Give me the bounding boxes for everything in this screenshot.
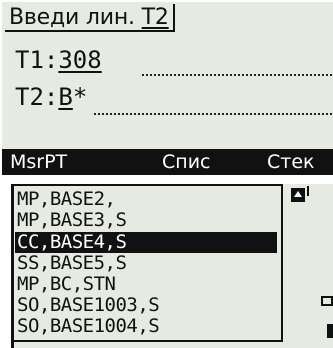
list-frame-top (11, 184, 281, 186)
list-item-3[interactable]: SS,BASE5,S (17, 253, 273, 274)
field-t1-label: T1: (15, 46, 59, 74)
scrollbar-track[interactable] (307, 186, 309, 196)
list-item-5[interactable]: SO,BASE1003,S (17, 295, 273, 316)
scrollbar-thumb[interactable] (327, 324, 333, 338)
field-t1[interactable]: T1:308 (15, 45, 102, 75)
list-frame-bottom (11, 340, 283, 342)
lock-icon (321, 296, 333, 306)
screen-title-text: Введи лин. (9, 5, 135, 30)
scroll-up-arrow-icon[interactable] (291, 188, 305, 202)
list-item-6[interactable]: SO,BASE1004,S (17, 316, 273, 337)
field-t2-input[interactable]: B (58, 82, 72, 112)
softkey-bar: MsrPT Спис Стек (2, 149, 333, 175)
softkey-stack[interactable]: Стек (267, 149, 315, 175)
list-item-0[interactable]: MP,BASE2, (17, 189, 273, 210)
screen-title: Введи лин. T2 (5, 4, 175, 32)
field-t1-input[interactable]: 308 (58, 45, 101, 75)
field-t2-cursor: * (72, 83, 88, 111)
list-item-4[interactable]: MP,BC,STN (17, 274, 273, 295)
field-t2-dotted-line (94, 113, 332, 115)
point-list-screen: MP,BASE2, MP,BASE3,S CC,BASE4,S SS,BASE5… (11, 184, 333, 348)
softkey-list[interactable]: Спис (162, 149, 210, 175)
line-entry-screen: Введи лин. T2 T1:308 T2:B* MsrPT Спис Ст… (2, 2, 333, 175)
field-t2[interactable]: T2:B* (15, 82, 87, 112)
field-t1-dotted-line (142, 74, 332, 76)
list-frame-right (281, 184, 283, 342)
list-frame-left (11, 184, 14, 348)
softkey-msrpt[interactable]: MsrPT (10, 149, 67, 175)
list-item-1[interactable]: MP,BASE3,S (17, 210, 273, 231)
list-item-2-selected[interactable]: CC,BASE4,S (15, 232, 277, 253)
screen-title-target: T2 (141, 5, 169, 30)
field-t2-label: T2: (15, 83, 59, 111)
